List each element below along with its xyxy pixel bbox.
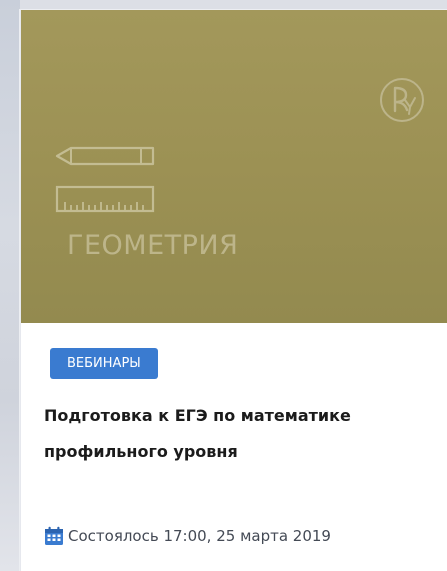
card-cover-image[interactable]: ГЕОМЕТРИЯ — [21, 10, 447, 323]
calendar-icon — [45, 526, 63, 545]
card-title[interactable]: Подготовка к ЕГЭ по математике профильно… — [44, 398, 424, 470]
ruler-icon — [55, 185, 155, 213]
webinar-card[interactable]: ГЕОМЕТРИЯ ВЕБИНАРЫ Подготовка к ЕГЭ по м… — [20, 10, 447, 571]
subject-label: ГЕОМЕТРИЯ — [67, 230, 239, 261]
page-background-edge — [0, 0, 20, 571]
pencil-icon — [55, 146, 155, 166]
event-status: Состоялось 17:00, 25 марта 2019 — [44, 525, 331, 547]
category-badge[interactable]: ВЕБИНАРЫ — [50, 348, 158, 379]
brand-logo-icon — [380, 78, 424, 122]
event-date-text: Состоялось 17:00, 25 марта 2019 — [68, 527, 331, 545]
